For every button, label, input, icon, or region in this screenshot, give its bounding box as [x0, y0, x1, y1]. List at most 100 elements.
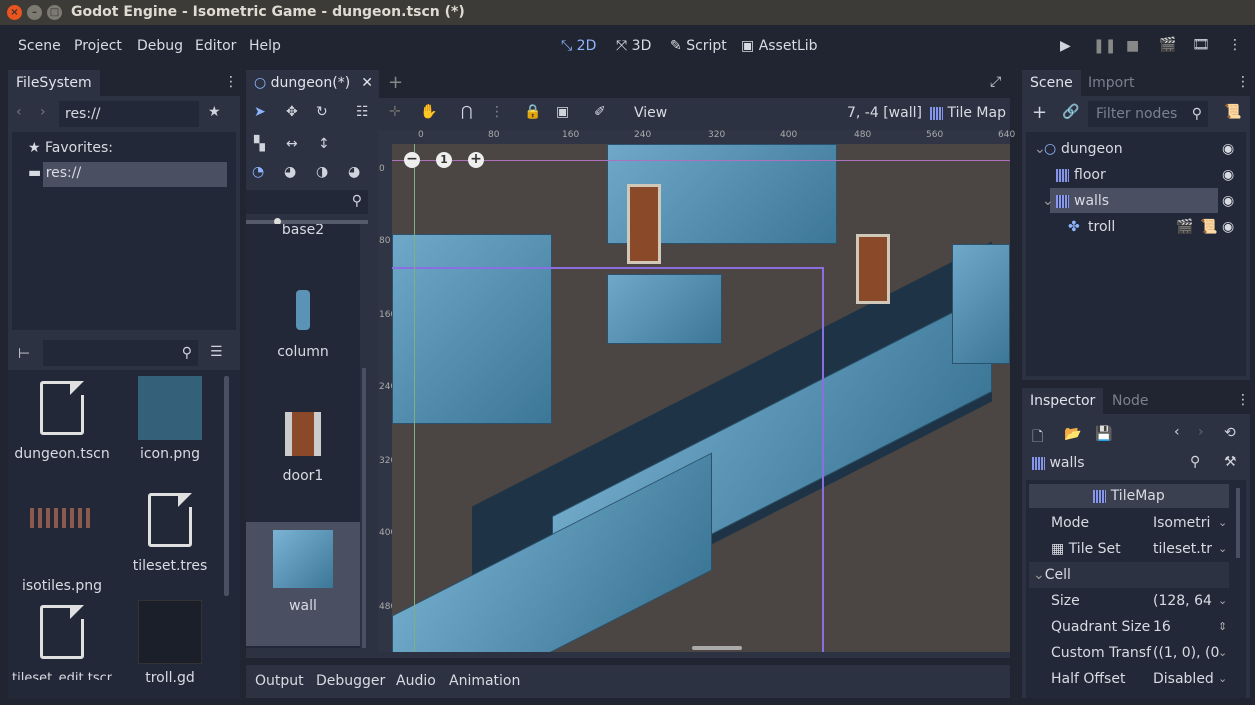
- rotate-180-icon[interactable]: ◑: [316, 164, 328, 180]
- bone-icon[interactable]: ✐: [594, 104, 606, 120]
- menu-scene[interactable]: Scene: [18, 38, 61, 54]
- property-size[interactable]: Size(128, 64⌄: [1026, 588, 1226, 614]
- property-mode[interactable]: ModeIsometri⌄: [1026, 510, 1226, 536]
- pause-icon[interactable]: ❚❚: [1093, 38, 1116, 54]
- link-icon[interactable]: 🔗: [1062, 104, 1079, 120]
- history-forward-icon[interactable]: ›: [1198, 424, 1204, 440]
- res-folder-item[interactable]: ▬ res://: [28, 165, 81, 181]
- tab-filesystem[interactable]: FileSystem: [8, 70, 100, 98]
- play-custom-icon[interactable]: ⋮: [1228, 37, 1242, 53]
- file-grid-scrollbar[interactable]: [224, 376, 229, 596]
- workspace-script[interactable]: ✎ Script: [670, 38, 727, 54]
- maximize-window-button[interactable]: □: [47, 5, 62, 20]
- list-view-icon[interactable]: ☰: [210, 344, 223, 360]
- history-back-icon[interactable]: ‹: [1174, 424, 1180, 440]
- tab-debugger[interactable]: Debugger: [316, 673, 385, 689]
- inspector-scrollbar[interactable]: [1236, 488, 1240, 558]
- file-item[interactable]: icon.png: [120, 376, 220, 462]
- play-custom-scene-icon[interactable]: 🎞: [1192, 37, 1210, 53]
- menu-editor[interactable]: Editor: [195, 38, 236, 54]
- section-cell[interactable]: ⌄Cell: [1029, 562, 1229, 588]
- lock-icon[interactable]: 🔒: [524, 104, 541, 120]
- zoom-reset-button[interactable]: 1: [436, 152, 452, 168]
- tilemap-menu[interactable]: Tile Map: [930, 105, 1006, 121]
- file-search-input[interactable]: ⚲: [43, 340, 198, 366]
- pivot-icon[interactable]: ✛: [389, 104, 401, 120]
- tile-item[interactable]: base2: [246, 224, 360, 274]
- distraction-free-icon[interactable]: ⤢: [990, 74, 1001, 90]
- tree-node-floor[interactable]: floor◉: [1026, 162, 1246, 188]
- close-tab-icon[interactable]: ✕: [361, 70, 373, 96]
- palette-scrollbar[interactable]: [362, 368, 366, 648]
- rotate-0-icon[interactable]: ◔: [252, 164, 264, 180]
- tab-node[interactable]: Node: [1104, 388, 1157, 414]
- tab-dungeon[interactable]: ○ dungeon(*)✕: [246, 70, 379, 98]
- property-half-offset[interactable]: Half OffsetDisabled⌄: [1026, 666, 1226, 692]
- property-custom-transform[interactable]: Custom Transf((1, 0), (0⌄: [1026, 640, 1226, 666]
- stop-icon[interactable]: ■: [1126, 38, 1139, 54]
- snap-icon[interactable]: ⋂: [461, 104, 472, 120]
- rotate-90-icon[interactable]: ◕: [284, 164, 296, 180]
- play-scene-icon[interactable]: 🎬: [1159, 37, 1176, 53]
- filter-nodes-input[interactable]: Filter nodes⚲: [1088, 101, 1208, 127]
- history-icon[interactable]: ⟲: [1224, 425, 1236, 441]
- script-icon[interactable]: 📜: [1200, 214, 1217, 240]
- menu-help[interactable]: Help: [249, 38, 281, 54]
- flip-horizontal-icon[interactable]: ↔: [286, 136, 298, 152]
- group-icon[interactable]: ▣: [556, 104, 569, 120]
- search-icon[interactable]: ⚲: [1190, 454, 1200, 470]
- tile-item[interactable]: column: [246, 276, 360, 398]
- tree-node-troll[interactable]: ✤troll🎬📜◉: [1026, 214, 1246, 240]
- tab-animation[interactable]: Animation: [449, 673, 520, 689]
- tab-scene[interactable]: Scene: [1022, 70, 1081, 98]
- favorites-item[interactable]: ★ Favorites:: [28, 140, 113, 156]
- favorite-star-icon[interactable]: ★: [208, 104, 221, 120]
- move-tool-icon[interactable]: ✥: [286, 104, 298, 120]
- file-item[interactable]: isotiles.png: [12, 488, 112, 594]
- forward-icon[interactable]: ›: [40, 104, 46, 120]
- list-select-icon[interactable]: ☷: [356, 104, 369, 120]
- instance-icon[interactable]: 🎬: [1176, 214, 1193, 240]
- new-resource-icon[interactable]: 🗋: [1032, 426, 1043, 450]
- path-field[interactable]: res://: [59, 101, 199, 127]
- dock-menu-icon[interactable]: ⋮: [224, 74, 238, 90]
- workspace-3d[interactable]: ⤧ 3D: [616, 38, 651, 54]
- property-tile-set[interactable]: ▦ Tile Settileset.tr⌄: [1026, 536, 1226, 562]
- add-script-icon[interactable]: 📜: [1224, 104, 1241, 120]
- select-tool-icon[interactable]: ➤: [254, 104, 266, 120]
- dock-menu-icon[interactable]: ⋮: [1236, 392, 1250, 408]
- file-item[interactable]: troll.gd: [120, 600, 220, 686]
- flip-vertical-icon[interactable]: ↕: [318, 136, 330, 152]
- dock-menu-icon[interactable]: ⋮: [1236, 74, 1250, 90]
- tab-audio[interactable]: Audio: [396, 673, 436, 689]
- visibility-eye-icon[interactable]: ◉: [1222, 214, 1234, 240]
- tile-search-input[interactable]: ⚲: [246, 190, 368, 214]
- tile-item-selected[interactable]: wall: [246, 522, 360, 646]
- visibility-eye-icon[interactable]: ◉: [1222, 162, 1234, 188]
- open-folder-icon[interactable]: 📂: [1064, 426, 1081, 442]
- tile-item[interactable]: door1: [246, 400, 360, 522]
- visibility-eye-icon[interactable]: ◉: [1222, 188, 1234, 214]
- back-icon[interactable]: ‹: [16, 104, 22, 120]
- menu-debug[interactable]: Debug: [137, 38, 183, 54]
- play-icon[interactable]: ▶: [1060, 38, 1071, 54]
- file-item[interactable]: tileset.tres: [120, 488, 220, 574]
- add-tab-icon[interactable]: +: [388, 72, 403, 93]
- canvas-viewport[interactable]: − 1 +: [392, 144, 1010, 652]
- spinner-icon[interactable]: ⇕: [1218, 614, 1227, 640]
- add-node-icon[interactable]: +: [1032, 102, 1047, 123]
- object-tools-icon[interactable]: ⚒: [1224, 454, 1237, 470]
- tab-inspector[interactable]: Inspector: [1022, 388, 1103, 416]
- minimize-window-button[interactable]: –: [27, 5, 42, 20]
- tab-output[interactable]: Output: [255, 673, 304, 689]
- view-menu[interactable]: View: [634, 105, 667, 121]
- zoom-in-button[interactable]: +: [468, 152, 484, 168]
- visibility-eye-icon[interactable]: ◉: [1222, 136, 1234, 162]
- property-quadrant-size[interactable]: Quadrant Size16⇕: [1026, 614, 1226, 640]
- tree-node-walls[interactable]: ⌄walls◉: [1026, 188, 1246, 214]
- file-item[interactable]: dungeon.tscn: [12, 376, 112, 462]
- menu-project[interactable]: Project: [74, 38, 122, 54]
- rotate-270-icon[interactable]: ◕: [348, 164, 360, 180]
- tree-node-dungeon[interactable]: ⌄○dungeon◉: [1026, 136, 1246, 162]
- workspace-2d[interactable]: ⤡ 2D: [561, 38, 596, 54]
